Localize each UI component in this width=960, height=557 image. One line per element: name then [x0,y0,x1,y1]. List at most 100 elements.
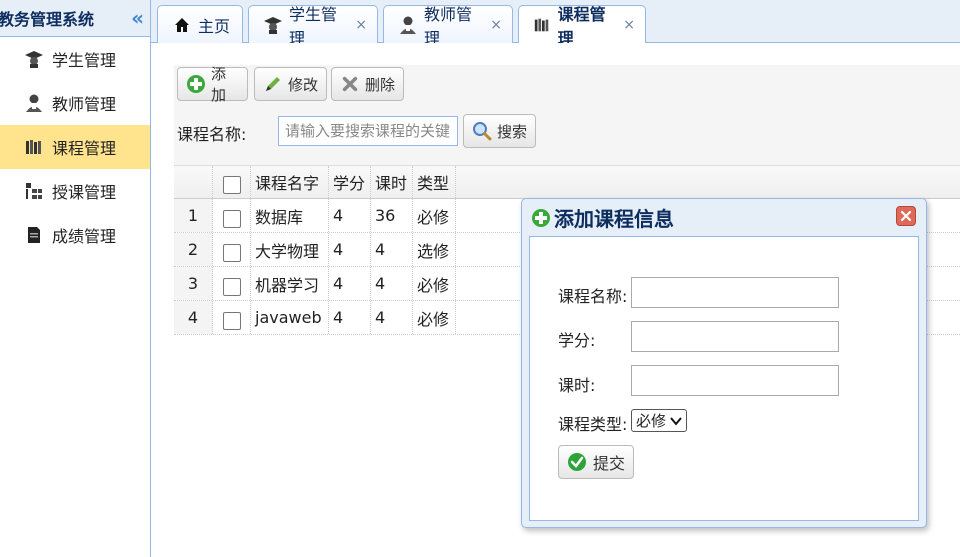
cell-hours: 36 [371,199,413,232]
row-number: 1 [174,199,213,232]
cell-name: 数据库 [251,199,329,232]
dialog-close-button[interactable] [896,206,916,226]
toolbar: 添加 修改 删除 课程名称: 搜索 [174,65,960,165]
course-type-label: 课程类型: [558,415,628,434]
cell-type: 必修 [413,301,456,334]
plus-icon [186,74,206,94]
cell-name: 机器学习 [251,267,329,300]
cell-credit: 4 [329,233,371,266]
books-icon [533,15,552,35]
close-icon[interactable]: × [355,17,367,33]
sidebar-item-teachers[interactable]: 教师管理 [0,81,150,125]
submit-button[interactable]: 提交 [558,445,635,479]
sidebar: 教务管理系统 « 学生管理 教师管理 课程管理 授课管理 成绩管理 [0,0,151,557]
course-name-label: 课程名称: [558,287,628,306]
sidebar-item-courses[interactable]: 课程管理 [0,125,150,169]
cell-type: 必修 [413,199,456,232]
cell-hours: 4 [371,267,413,300]
add-label: 添加 [211,65,227,104]
row-checkbox-cell [213,199,251,232]
sidebar-item-label: 课程管理 [52,139,117,158]
search-label: 课程名称: [177,125,247,144]
credit-label: 学分: [558,331,596,350]
org-chart-icon [24,181,44,201]
document-icon [24,225,44,245]
row-number: 2 [174,233,213,266]
select-all-checkbox[interactable] [222,176,241,194]
column-header-name[interactable]: 课程名字 [251,166,329,198]
chevron-down-icon [670,412,682,430]
plus-icon [530,207,552,229]
app-title: 教务管理系统 [0,10,95,29]
close-icon [900,210,912,222]
cell-hours: 4 [371,233,413,266]
row-checkbox[interactable] [222,311,241,330]
sidebar-item-teaching[interactable]: 授课管理 [0,169,150,213]
sidebar-item-label: 教师管理 [52,95,117,114]
tabs-bar: 主页 学生管理 × 教师管理 × 课程管理 × [151,0,960,48]
header-checkbox-cell [213,166,251,198]
sidebar-item-students[interactable]: 学生管理 [0,37,150,81]
books-icon [24,137,44,157]
add-course-dialog: 添加课程信息 课程名称: 学分: 课时: 课程类型: 必修 提交 [521,198,927,528]
delete-label: 删除 [365,75,396,94]
search-button-label: 搜索 [497,122,528,141]
graduate-icon [263,15,283,35]
cell-credit: 4 [329,301,371,334]
edit-button[interactable]: 修改 [254,67,327,101]
search-input[interactable] [278,116,458,146]
course-name-field[interactable] [631,277,839,308]
checkmark-icon [567,452,587,472]
close-icon[interactable]: × [623,17,635,33]
row-checkbox[interactable] [222,243,241,262]
tab-label: 学生管理 [289,4,338,48]
panel-spacer [151,43,960,65]
column-header-type[interactable]: 类型 [413,166,456,198]
course-type-select[interactable]: 必修 [631,409,688,432]
hours-label: 课时: [558,376,596,395]
search-icon [472,121,492,141]
collapse-icon[interactable]: « [131,6,144,30]
add-button[interactable]: 添加 [177,65,248,104]
sidebar-item-grades[interactable]: 成绩管理 [0,213,150,257]
graduate-icon [24,49,44,69]
tab-label: 主页 [198,16,231,36]
teacher-icon [24,93,44,113]
sidebar-item-label: 学生管理 [52,51,117,70]
cell-name: 大学物理 [251,233,329,266]
row-checkbox-cell [213,301,251,334]
cell-type: 必修 [413,267,456,300]
credit-field[interactable] [631,321,839,352]
delete-button[interactable]: 删除 [331,67,404,101]
hours-field[interactable] [631,365,839,396]
row-checkbox[interactable] [222,277,241,296]
teacher-icon [398,15,418,35]
cell-hours: 4 [371,301,413,334]
course-type-value: 必修 [636,412,667,430]
search-button[interactable]: 搜索 [463,114,536,148]
submit-label: 提交 [593,454,626,473]
dialog-body: 课程名称: 学分: 课时: 课程类型: 必修 提交 [529,236,919,521]
row-checkbox[interactable] [222,209,241,228]
sidebar-item-label: 成绩管理 [52,227,117,246]
tab-courses[interactable]: 课程管理 × [518,5,646,48]
pencil-icon [263,74,283,94]
grid-header: 课程名字 学分 课时 类型 [174,165,960,199]
cell-credit: 4 [329,267,371,300]
column-header-hours[interactable]: 课时 [371,166,413,198]
tab-students[interactable]: 学生管理 × [248,5,378,48]
row-checkbox-cell [213,233,251,266]
home-icon [172,15,192,35]
column-header-credit[interactable]: 学分 [329,166,371,198]
delete-x-icon [340,74,360,94]
dialog-header: 添加课程信息 [522,199,926,236]
cell-type: 选修 [413,233,456,266]
sidebar-item-label: 授课管理 [52,183,117,202]
tab-label: 课程管理 [557,5,606,48]
sidebar-header: 教务管理系统 « [0,0,150,37]
tab-home[interactable]: 主页 [157,5,243,43]
close-icon[interactable]: × [490,17,502,33]
tab-teachers[interactable]: 教师管理 × [383,5,513,48]
dialog-title: 添加课程信息 [554,207,674,231]
row-checkbox-cell [213,267,251,300]
